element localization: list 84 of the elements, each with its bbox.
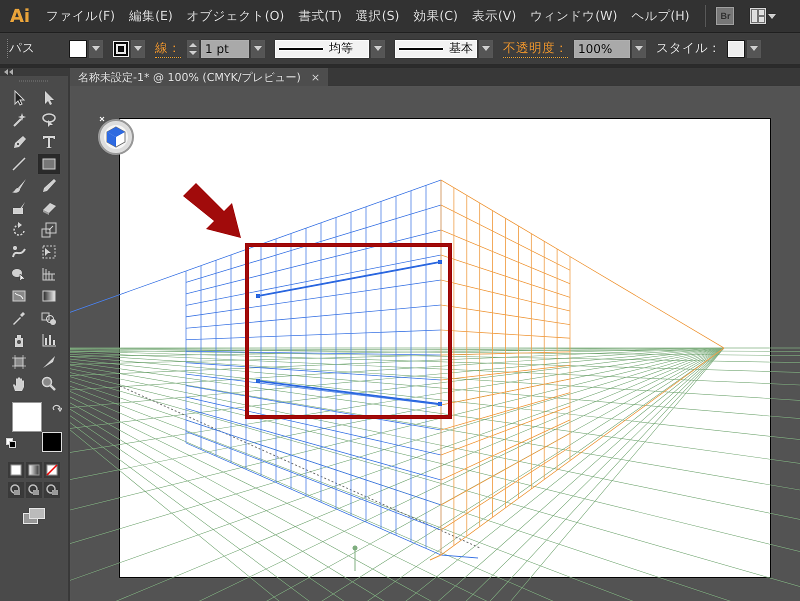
dropdown-button[interactable] — [479, 40, 493, 58]
dropdown-button[interactable] — [251, 40, 265, 58]
caret-icon — [134, 46, 142, 51]
menu-item[interactable]: ウィンドウ(W) — [530, 8, 618, 24]
blend-icon[interactable] — [41, 310, 57, 326]
draw-behind-icon[interactable] — [28, 484, 40, 496]
stroke-swatch-icon[interactable] — [113, 40, 129, 56]
fill-color-swatch[interactable] — [12, 402, 42, 432]
menu-item[interactable]: 編集(E) — [129, 8, 173, 24]
mesh-icon[interactable] — [11, 288, 27, 304]
brush-definition-field[interactable]: 基本 — [395, 40, 477, 58]
stroke-weight-field[interactable]: 1 pt — [201, 40, 249, 58]
close-tab-button[interactable]: × — [310, 70, 320, 84]
caret-icon[interactable] — [768, 12, 776, 20]
shape-builder-icon[interactable] — [11, 266, 27, 282]
fill-swatch[interactable] — [69, 40, 87, 58]
pen-icon[interactable] — [11, 134, 27, 150]
graphic-style-swatch[interactable] — [727, 40, 745, 58]
opacity-link[interactable]: 不透明度： — [503, 40, 568, 58]
lasso-icon[interactable] — [41, 112, 57, 128]
dropdown-button[interactable] — [131, 40, 145, 58]
artboard-icon[interactable] — [11, 354, 27, 370]
app-logo: Ai — [10, 6, 30, 26]
selection-type-label: パス — [9, 40, 35, 57]
free-transform-icon[interactable] — [41, 244, 57, 260]
caret-icon — [635, 46, 643, 51]
close-widget-icon[interactable] — [99, 116, 105, 122]
line-segment-icon[interactable] — [11, 156, 27, 172]
variable-width-profile-field[interactable]: 均等 — [275, 40, 369, 58]
default-colors-icon[interactable] — [6, 438, 16, 448]
station-point-marker — [352, 546, 358, 550]
brush-name: 基本 — [449, 40, 473, 57]
swap-arrows-icon[interactable] — [52, 404, 62, 414]
perspective-grid-icon[interactable] — [41, 266, 57, 282]
color-mode-icon[interactable] — [10, 464, 22, 476]
paintbrush-icon[interactable] — [11, 178, 27, 194]
menu-item[interactable]: オブジェクト(O) — [186, 8, 284, 24]
stroke-color-swatch[interactable] — [42, 432, 62, 452]
menu-item[interactable]: 表示(V) — [472, 8, 516, 24]
plane-switching-widget-icon[interactable] — [98, 119, 134, 155]
style-label: スタイル： — [656, 40, 721, 57]
draw-normal-icon[interactable] — [10, 484, 22, 496]
hand-icon[interactable] — [11, 376, 27, 392]
screen-mode-icon[interactable] — [23, 508, 45, 524]
caret-icon — [750, 46, 758, 51]
pencil-icon[interactable] — [41, 178, 57, 194]
eraser-icon[interactable] — [41, 200, 57, 216]
blob-brush-icon[interactable] — [11, 200, 27, 216]
spinner-arrows-icon[interactable] — [187, 40, 199, 58]
panel-grip-icon[interactable] — [6, 38, 9, 58]
opacity-field[interactable]: 100% — [574, 40, 630, 58]
caret-icon — [374, 46, 382, 51]
gradient-icon[interactable] — [41, 288, 57, 304]
zoom-icon[interactable] — [41, 376, 57, 392]
magic-wand-icon[interactable] — [11, 112, 27, 128]
workspace-layout-icon[interactable] — [750, 8, 766, 24]
caret-icon — [482, 46, 490, 51]
selected-path[interactable] — [256, 260, 442, 406]
rectangle-icon[interactable] — [41, 156, 57, 172]
eyedropper-icon[interactable] — [11, 310, 27, 326]
pointer-arrow — [183, 183, 241, 238]
dropdown-button[interactable] — [371, 40, 385, 58]
draw-inside-icon[interactable] — [46, 484, 58, 496]
document-title: 名称未設定-1* @ 100% (CMYK/プレビュー) — [78, 70, 301, 84]
menu-item[interactable]: 効果(C) — [413, 8, 458, 24]
caret-icon — [254, 46, 262, 51]
gradient-mode-icon[interactable] — [28, 464, 40, 476]
menu-item[interactable]: 選択(S) — [356, 8, 400, 24]
menu-item[interactable]: 書式(T) — [298, 8, 342, 24]
scale-icon[interactable] — [41, 222, 57, 238]
none-mode-icon[interactable] — [46, 464, 58, 476]
menu-item[interactable]: ヘルプ(H) — [631, 8, 690, 24]
warp-icon[interactable] — [11, 244, 27, 260]
document-tab[interactable]: 名称未設定-1* @ 100% (CMYK/プレビュー) × — [70, 68, 328, 86]
caret-icon — [92, 46, 100, 51]
menu-item[interactable]: ファイル(F) — [46, 8, 116, 24]
dropdown-button[interactable] — [89, 40, 103, 58]
rotate-icon[interactable] — [11, 222, 27, 238]
dropdown-button[interactable] — [632, 40, 646, 58]
dropdown-button[interactable] — [747, 40, 761, 58]
stroke-link[interactable]: 線： — [155, 40, 181, 58]
column-graph-icon[interactable] — [41, 332, 57, 348]
type-tool-icon[interactable] — [41, 134, 57, 150]
profile-name: 均等 — [329, 40, 353, 57]
